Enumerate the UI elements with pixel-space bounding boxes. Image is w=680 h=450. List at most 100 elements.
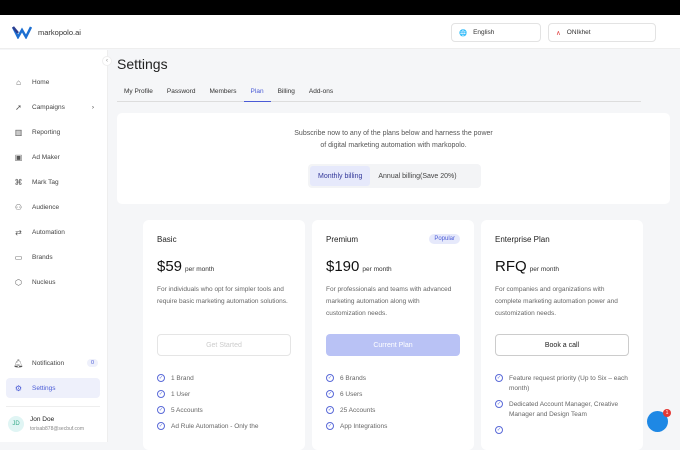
nav-label: Reporting bbox=[32, 128, 61, 136]
feature-item: ✓ 6 Brands bbox=[326, 374, 460, 384]
language-label: English bbox=[473, 29, 495, 36]
feature-text: 5 Accounts bbox=[171, 407, 203, 414]
book-a-call-button[interactable]: Book a call bbox=[495, 334, 629, 356]
sidebar-item-nucleus[interactable]: ⬡ Nucleus bbox=[6, 272, 100, 292]
check-circle-icon: ✓ bbox=[157, 422, 165, 430]
settings-tabs: My Profile Password Members Plan Billing… bbox=[117, 86, 641, 102]
feature-item: ✓ Dedicated Account Manager, Creative Man… bbox=[495, 400, 629, 420]
tab-my-profile[interactable]: My Profile bbox=[117, 86, 160, 102]
feature-text: Dedicated Account Manager, Creative Mana… bbox=[509, 401, 619, 418]
language-selector[interactable]: 🌐 English bbox=[451, 23, 541, 42]
sidebar-item-mark-tag[interactable]: ⌘ Mark Tag bbox=[6, 172, 100, 192]
plan-price: $190 bbox=[326, 258, 360, 275]
divider bbox=[6, 406, 100, 407]
feature-item: ✓ 5 Accounts bbox=[157, 406, 291, 416]
feature-text: 6 Users bbox=[340, 391, 363, 398]
feature-text: App Integrations bbox=[340, 423, 388, 430]
check-circle-icon: ✓ bbox=[157, 390, 165, 398]
promo-text: of digital marketing automation with mar… bbox=[320, 141, 467, 149]
brand-icon: ∧ bbox=[556, 29, 561, 37]
nav-label: Audience bbox=[32, 203, 60, 211]
tab-password[interactable]: Password bbox=[160, 86, 203, 102]
plan-price: RFQ bbox=[495, 258, 527, 275]
feature-item: ✓ Feature request priority (Up to Six – e… bbox=[495, 374, 629, 394]
feature-item: ✓ 6 Users bbox=[326, 390, 460, 400]
sidebar-item-settings[interactable]: ⚙ Settings bbox=[6, 378, 100, 398]
subscription-banner: Subscribe now to any of the plans below … bbox=[117, 113, 670, 204]
sidebar-item-brands[interactable]: ▭ Brands bbox=[6, 247, 100, 267]
header: markopolo.ai 🌐 English ∧ ONIkhet bbox=[0, 15, 680, 49]
plan-price: $59 bbox=[157, 258, 183, 275]
sidebar-item-automation[interactable]: ⇄ Automation bbox=[6, 222, 100, 242]
promo-text: Subscribe now to any of the plans below … bbox=[294, 130, 493, 137]
users-icon: ⚇ bbox=[14, 202, 23, 212]
nav-label: Ad Maker bbox=[32, 153, 60, 161]
check-circle-icon: ✓ bbox=[495, 374, 503, 382]
home-icon: ⌂ bbox=[16, 77, 21, 87]
chat-widget-button[interactable]: 1 bbox=[647, 409, 671, 432]
current-plan-button[interactable]: Current Plan bbox=[326, 334, 460, 356]
feature-item: ✓ Ad Rule Automation - Only the bbox=[157, 422, 291, 432]
workspace-label: ONIkhet bbox=[566, 29, 591, 36]
feature-text: 1 Brand bbox=[171, 375, 194, 382]
annual-billing-option[interactable]: Annual billing(Save 20%) bbox=[370, 166, 464, 186]
plan-description: For professionals and teams with advance… bbox=[326, 286, 452, 317]
get-started-button[interactable]: Get Started bbox=[157, 334, 291, 356]
user-name: Jon Doe bbox=[30, 416, 55, 423]
check-circle-icon: ✓ bbox=[495, 426, 503, 434]
plan-description: For individuals who opt for simpler tool… bbox=[157, 286, 288, 305]
nav-label: Automation bbox=[32, 228, 65, 236]
logo[interactable]: markopolo.ai bbox=[12, 25, 81, 39]
check-circle-icon: ✓ bbox=[326, 406, 334, 414]
avatar[interactable]: JD bbox=[8, 416, 24, 432]
plan-period: per month bbox=[185, 266, 215, 273]
sidebar-item-audience[interactable]: ⚇ Audience bbox=[6, 197, 100, 217]
markopolo-logo-icon bbox=[12, 26, 32, 39]
workspace-selector[interactable]: ∧ ONIkhet bbox=[548, 23, 656, 42]
image-icon: ▣ bbox=[14, 152, 23, 162]
nav-label: Home bbox=[32, 78, 50, 86]
check-circle-icon: ✓ bbox=[157, 406, 165, 414]
top-bar bbox=[0, 0, 680, 15]
app-name: markopolo.ai bbox=[38, 27, 81, 37]
sidebar: ⌂ Home ➚ Campaigns › ▥ Reporting ▣ Ad Maker ⌘… bbox=[0, 50, 108, 442]
sidebar-item-notification[interactable]: 🔔︎ Notification 0 bbox=[6, 353, 100, 373]
feature-item: ✓ App Integrations bbox=[326, 422, 460, 432]
feature-text: 25 Accounts bbox=[340, 407, 376, 414]
feature-text: Ad Rule Automation - Only the bbox=[171, 423, 259, 430]
bar-chart-icon: ▥ bbox=[14, 127, 23, 137]
feature-item: ✓ 1 User bbox=[157, 390, 291, 400]
feature-item: ✓ 25 Accounts bbox=[326, 406, 460, 416]
user-email: torisab878@secbuf.com bbox=[30, 426, 84, 432]
tab-billing[interactable]: Billing bbox=[271, 86, 302, 102]
nav-label: Brands bbox=[32, 253, 53, 261]
tab-plan[interactable]: Plan bbox=[243, 86, 271, 102]
plan-description: For companies and organizations with com… bbox=[495, 286, 618, 317]
plan-name: Basic bbox=[157, 235, 177, 244]
plan-period: per month bbox=[362, 266, 392, 273]
check-circle-icon: ✓ bbox=[326, 422, 334, 430]
monthly-billing-option[interactable]: Monthly billing bbox=[310, 166, 371, 186]
popular-badge: Popular bbox=[429, 234, 460, 244]
tab-add-ons[interactable]: Add-ons bbox=[302, 86, 340, 102]
nav-label: Nucleus bbox=[32, 278, 56, 286]
chat-unread-badge: 1 bbox=[663, 409, 671, 417]
feature-text: Feature request priority (Up to Six – ea… bbox=[509, 375, 628, 392]
rocket-icon: ➚ bbox=[15, 102, 22, 112]
folder-icon: ▭ bbox=[14, 252, 23, 262]
tab-members[interactable]: Members bbox=[202, 86, 243, 102]
check-circle-icon: ✓ bbox=[326, 374, 334, 382]
sidebar-item-ad-maker[interactable]: ▣ Ad Maker bbox=[6, 147, 100, 167]
plan-card-premium: Premium Popular $190 per month For profes… bbox=[312, 220, 474, 450]
plan-name: Enterprise Plan bbox=[495, 235, 550, 244]
plan-card-basic: Basic $59 per month For individuals who o… bbox=[143, 220, 305, 450]
sidebar-item-home[interactable]: ⌂ Home bbox=[6, 72, 100, 92]
sidebar-item-campaigns[interactable]: ➚ Campaigns › bbox=[6, 97, 100, 117]
nav-label: Settings bbox=[32, 384, 56, 392]
sidebar-item-reporting[interactable]: ▥ Reporting bbox=[6, 122, 100, 142]
gear-icon: ⚙ bbox=[14, 383, 23, 393]
feature-item: ✓ bbox=[495, 426, 629, 434]
check-circle-icon: ✓ bbox=[326, 390, 334, 398]
plan-period: per month bbox=[529, 266, 559, 273]
page-title: Settings bbox=[117, 56, 168, 72]
